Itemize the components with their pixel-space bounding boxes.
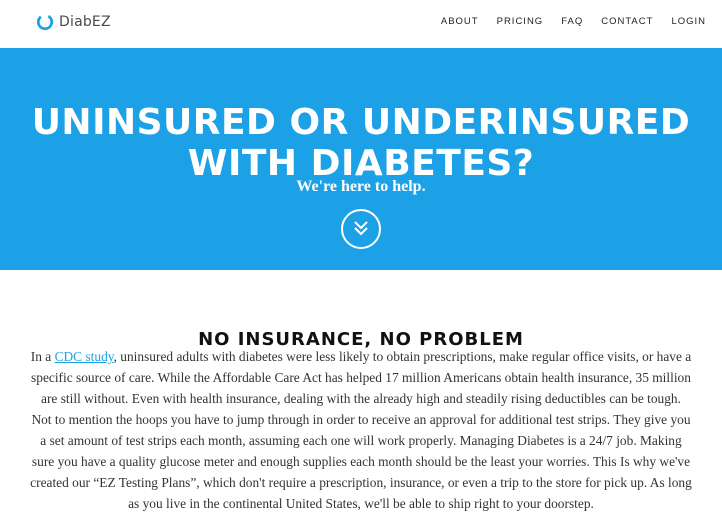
hero-subtitle: We're here to help. bbox=[296, 178, 426, 195]
hero-banner: UNINSURED OR UNDERINSURED WITH DIABETES?… bbox=[0, 48, 722, 270]
main-content: NO INSURANCE, NO PROBLEM In a CDC study,… bbox=[0, 270, 722, 511]
nav-faq-link[interactable]: FAQ bbox=[561, 16, 583, 27]
ring-logo-icon bbox=[36, 13, 54, 31]
body-text-rest: , uninsured adults with diabetes were le… bbox=[30, 349, 692, 511]
top-navbar: DiabEZ ABOUT PRICING FAQ CONTACT LOGIN bbox=[0, 0, 722, 48]
hero-title-line-1: UNINSURED OR UNDERINSURED bbox=[31, 102, 691, 143]
nav-pricing-link[interactable]: PRICING bbox=[497, 16, 544, 27]
section-body-text: In a CDC study, uninsured adults with di… bbox=[30, 346, 692, 514]
nav-login-link[interactable]: LOGIN bbox=[671, 16, 706, 27]
brand-name: DiabEZ bbox=[59, 14, 111, 30]
hero-title: UNINSURED OR UNDERINSURED WITH DIABETES? bbox=[0, 102, 722, 184]
nav-contact-link[interactable]: CONTACT bbox=[601, 16, 653, 27]
brand-logo-link[interactable]: DiabEZ bbox=[36, 13, 111, 31]
nav-about-link[interactable]: ABOUT bbox=[441, 16, 479, 27]
scroll-down-button[interactable] bbox=[341, 209, 381, 249]
double-chevron-down-icon bbox=[354, 221, 368, 236]
body-text-intro: In a bbox=[30, 349, 55, 364]
nav-menu: ABOUT PRICING FAQ CONTACT LOGIN bbox=[423, 16, 706, 27]
cdc-study-link[interactable]: CDC study bbox=[55, 349, 114, 364]
